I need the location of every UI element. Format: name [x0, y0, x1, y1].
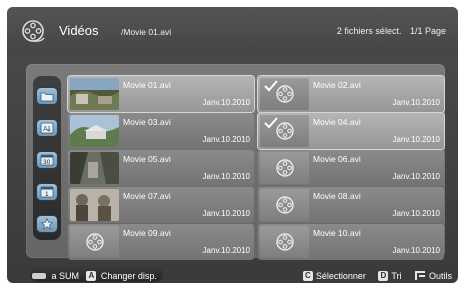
tv-frame: Vidéos /Movie 01.avi 2 fichiers sélect. …	[7, 7, 458, 283]
header: Vidéos /Movie 01.avi 2 fichiers sélect. …	[7, 7, 458, 55]
calendar-month-label: 1	[45, 191, 49, 198]
star-icon	[40, 218, 54, 230]
breadcrumb-path: /Movie 01.avi	[121, 27, 172, 37]
key-d-icon: D	[378, 270, 389, 281]
file-item-movie-03[interactable]: Movie 03.avi Janv.10.2010	[68, 113, 254, 149]
file-date: Janv.10.2010	[202, 209, 250, 218]
film-reel-icon	[276, 196, 294, 214]
page-indicator: 1/1 Page	[409, 26, 446, 36]
footer-actions: C Sélectionner D Tri Outils	[295, 267, 452, 283]
file-name: Movie 06.avi	[313, 154, 361, 164]
sum-label: a SUM	[51, 270, 79, 281]
svg-text:A: A	[43, 126, 48, 133]
file-browser-panel: A 30 1 Movie 01.avi Janv.10.2010 Movie 0…	[26, 64, 445, 260]
thumbnail-movie-03	[70, 115, 119, 147]
file-item-movie-02[interactable]: Movie 02.avi Janv.10.2010	[258, 76, 444, 112]
sidebar-item-month[interactable]: 1	[37, 184, 57, 200]
sidebar-item-date[interactable]: 30	[37, 152, 57, 168]
screen: Vidéos /Movie 01.avi 2 fichiers sélect. …	[0, 0, 465, 289]
file-date: Janv.10.2010	[392, 172, 440, 181]
select-label: Sélectionner	[315, 270, 366, 281]
file-date: Janv.10.2010	[392, 209, 440, 218]
film-reel-icon	[86, 233, 104, 251]
sort-sidebar: A 30 1	[33, 76, 61, 240]
thumbnail-movie-02	[260, 78, 309, 110]
thumbnail-movie-10	[260, 226, 309, 258]
select-button[interactable]: C Sélectionner	[302, 267, 371, 283]
file-date: Janv.10.2010	[202, 98, 250, 107]
change-display-button[interactable]: a SUM A Changer disp.	[30, 266, 163, 282]
sort-button[interactable]: D Tri	[378, 267, 406, 283]
tools-icon	[414, 271, 425, 281]
file-item-movie-08[interactable]: Movie 08.avi Janv.10.2010	[258, 187, 444, 223]
file-date: Janv.10.2010	[392, 98, 440, 107]
file-item-movie-01[interactable]: Movie 01.avi Janv.10.2010	[68, 76, 254, 112]
file-date: Janv.10.2010	[392, 135, 440, 144]
selection-status: 2 fichiers sélect. 1/1 Page	[331, 26, 446, 36]
film-reel-icon	[22, 20, 45, 42]
remote-icon	[32, 272, 46, 279]
sort-label: Tri	[391, 270, 402, 281]
file-name: Movie 05.avi	[123, 154, 171, 164]
file-name: Movie 07.avi	[123, 191, 171, 201]
file-name: Movie 04.avi	[313, 117, 361, 127]
film-reel-icon	[276, 233, 294, 251]
thumbnail-movie-06	[260, 152, 309, 184]
film-reel-icon	[276, 122, 294, 140]
sidebar-item-favorites[interactable]	[37, 216, 57, 232]
thumbnail-movie-09	[70, 226, 119, 258]
file-item-movie-07[interactable]: Movie 07.avi Janv.10.2010	[68, 187, 254, 223]
file-item-movie-06[interactable]: Movie 06.avi Janv.10.2010	[258, 150, 444, 186]
change-display-label: Changer disp.	[100, 270, 157, 281]
file-date: Janv.10.2010	[202, 135, 250, 144]
file-date: Janv.10.2010	[202, 172, 250, 181]
file-name: Movie 10.avi	[313, 228, 361, 238]
file-name: Movie 03.avi	[123, 117, 171, 127]
calendar-icon: 30	[40, 154, 54, 166]
selected-count: 2 fichiers sélect.	[336, 26, 402, 36]
sort-alpha-icon: A	[40, 122, 54, 134]
key-a-icon: A	[86, 270, 97, 281]
thumbnail-movie-01	[70, 78, 119, 110]
tools-button[interactable]: Outils	[414, 267, 452, 283]
tools-label: Outils	[428, 270, 452, 281]
thumbnail-movie-05	[70, 152, 119, 184]
file-item-movie-10[interactable]: Movie 10.avi Janv.10.2010	[258, 224, 444, 260]
folder-icon	[40, 92, 54, 102]
file-date: Janv.10.2010	[202, 246, 250, 255]
file-item-movie-05[interactable]: Movie 05.avi Janv.10.2010	[68, 150, 254, 186]
page-title: Vidéos	[59, 23, 99, 38]
footer-bar: a SUM A Changer disp. C Sélectionner D Tri…	[7, 262, 458, 283]
calendar-day-label: 30	[43, 159, 51, 166]
file-item-movie-09[interactable]: Movie 09.avi Janv.10.2010	[68, 224, 254, 260]
sidebar-item-folder[interactable]	[37, 88, 57, 104]
file-item-movie-04[interactable]: Movie 04.avi Janv.10.2010	[258, 113, 444, 149]
thumbnail-movie-04	[260, 115, 309, 147]
file-name: Movie 09.avi	[123, 228, 171, 238]
file-name: Movie 02.avi	[313, 80, 361, 90]
thumbnail-movie-07	[70, 189, 119, 221]
file-date: Janv.10.2010	[392, 246, 440, 255]
file-name: Movie 08.avi	[313, 191, 361, 201]
sidebar-item-alphabetical[interactable]: A	[37, 120, 57, 136]
film-reel-icon	[276, 85, 294, 103]
thumbnail-movie-08	[260, 189, 309, 221]
key-c-icon: C	[302, 270, 313, 281]
file-name: Movie 01.avi	[123, 80, 171, 90]
calendar-icon-2: 1	[40, 186, 54, 198]
film-reel-icon	[276, 159, 294, 177]
